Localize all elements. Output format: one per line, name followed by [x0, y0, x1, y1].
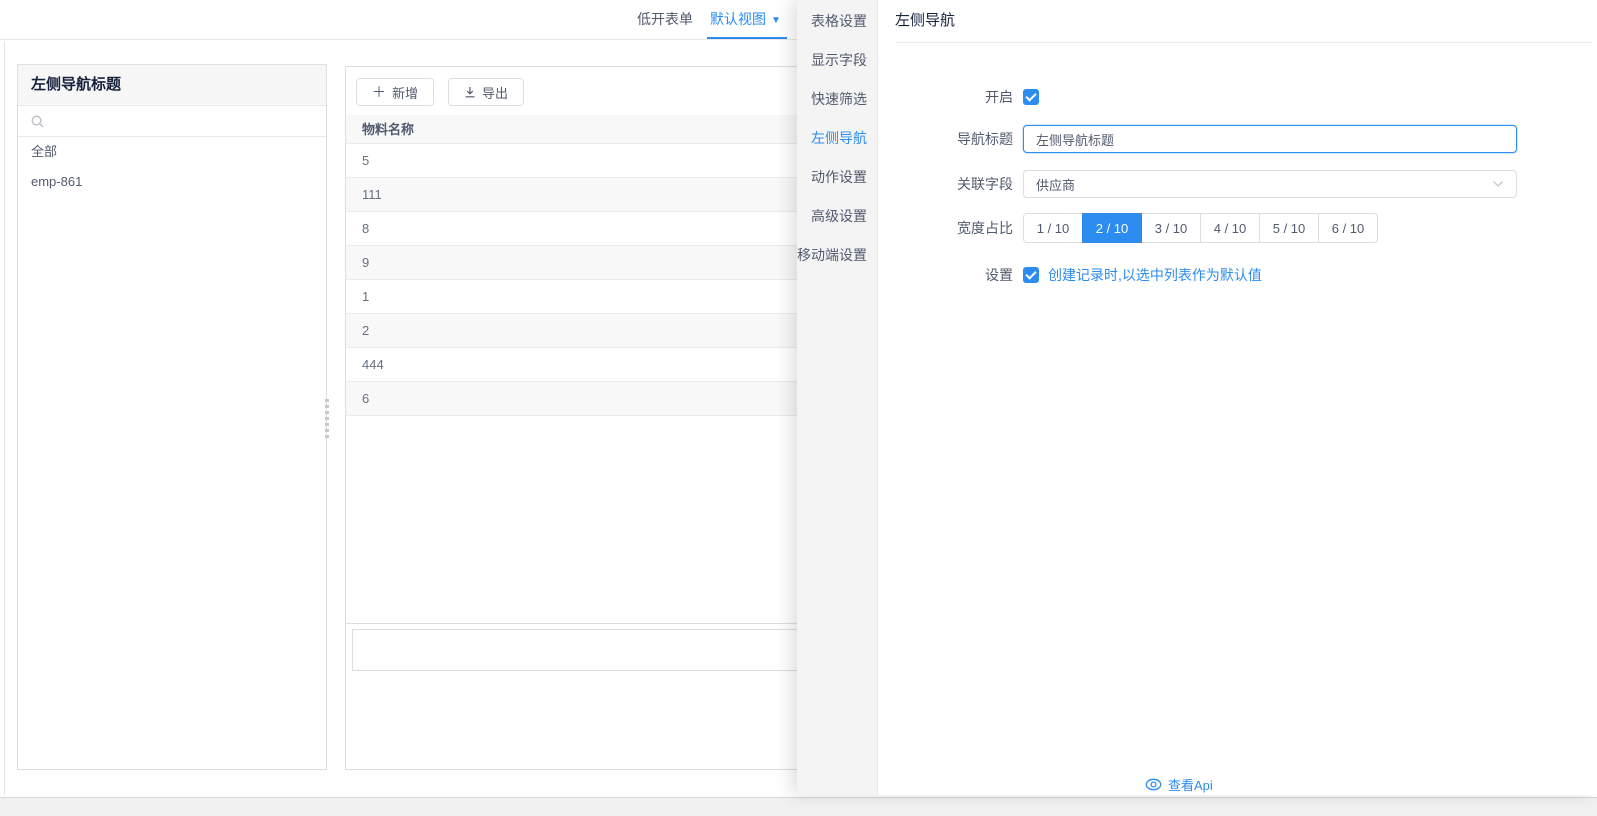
menu-item-left-nav[interactable]: 左侧导航 [797, 119, 877, 158]
related-field-label: 关联字段 [957, 176, 1013, 192]
width-option-5-10[interactable]: 5 / 10 [1259, 213, 1319, 243]
drawer-panel: 左侧导航 开启 导航标题 关联字段 供应商 [878, 0, 1597, 795]
tab-low-open-form[interactable]: 低开表单 [637, 0, 693, 39]
add-button-label: 新增 [392, 85, 419, 101]
width-option-6-10[interactable]: 6 / 10 [1318, 213, 1378, 243]
enable-row: 开启 [878, 85, 1039, 109]
eye-icon [1145, 778, 1162, 791]
content-left-border [4, 41, 5, 795]
bottom-strip [0, 797, 1597, 816]
settings-row: 设置 创建记录时,以选中列表作为默认值 [878, 266, 1262, 284]
settings-label: 设置 [985, 267, 1013, 283]
nav-item-emp-861[interactable]: emp-861 [18, 167, 326, 197]
width-ratio-row: 宽度占比 1 / 10 2 / 10 3 / 10 4 / 10 5 / 10 … [878, 213, 1378, 243]
plus-icon: ＋ [372, 84, 386, 100]
menu-item-table-settings[interactable]: 表格设置 [797, 2, 877, 41]
nav-item-all[interactable]: 全部 [18, 137, 326, 167]
tab-default-view[interactable]: 默认视图 ▼ [710, 0, 781, 39]
settings-option-label[interactable]: 创建记录时,以选中列表作为默认值 [1048, 265, 1262, 285]
menu-item-quick-filter[interactable]: 快速筛选 [797, 80, 877, 119]
width-option-1-10[interactable]: 1 / 10 [1023, 213, 1083, 243]
enable-checkbox[interactable] [1023, 89, 1039, 105]
view-api-link[interactable]: 查看Api [1145, 775, 1213, 794]
panel-resize-handle[interactable] [325, 399, 330, 439]
add-button[interactable]: ＋ 新增 [356, 78, 435, 106]
left-nav-search-row [18, 106, 326, 137]
related-field-value: 供应商 [1036, 177, 1076, 193]
export-button-label: 导出 [482, 85, 509, 101]
tab-default-view-label: 默认视图 [710, 11, 766, 27]
export-button[interactable]: 导出 [448, 78, 525, 106]
width-ratio-group: 1 / 10 2 / 10 3 / 10 4 / 10 5 / 10 6 / 1… [1023, 213, 1378, 243]
width-ratio-label: 宽度占比 [957, 220, 1013, 236]
drawer-header-divider [896, 42, 1593, 43]
search-input[interactable] [52, 109, 326, 133]
related-field-select[interactable]: 供应商 [1023, 170, 1517, 198]
table-toolbar: ＋ 新增 导出 [356, 78, 538, 106]
left-nav-panel: 左侧导航标题 全部 emp-861 [17, 64, 327, 770]
active-tab-underline [707, 37, 787, 39]
settings-drawer: 表格设置 显示字段 快速筛选 左侧导航 动作设置 高级设置 移动端设置 左侧导航… [797, 0, 1597, 795]
menu-item-display-fields[interactable]: 显示字段 [797, 41, 877, 80]
search-icon [31, 115, 44, 127]
width-option-4-10[interactable]: 4 / 10 [1200, 213, 1260, 243]
chevron-down-icon [1493, 181, 1503, 187]
width-option-3-10[interactable]: 3 / 10 [1141, 213, 1201, 243]
related-field-row: 关联字段 供应商 [878, 170, 1517, 198]
view-api-label: 查看Api [1168, 778, 1213, 793]
nav-title-label: 导航标题 [957, 131, 1013, 147]
menu-item-action-settings[interactable]: 动作设置 [797, 158, 877, 197]
menu-item-advanced-settings[interactable]: 高级设置 [797, 197, 877, 236]
nav-title-row: 导航标题 [878, 125, 1517, 153]
caret-down-icon: ▼ [771, 15, 781, 26]
drawer-panel-title: 左侧导航 [895, 12, 956, 29]
width-option-2-10[interactable]: 2 / 10 [1082, 213, 1142, 243]
download-icon [465, 87, 475, 98]
drawer-menu: 表格设置 显示字段 快速筛选 左侧导航 动作设置 高级设置 移动端设置 [797, 0, 878, 795]
settings-checkbox[interactable] [1023, 267, 1039, 283]
nav-title-input[interactable] [1023, 125, 1517, 153]
left-nav-title: 左侧导航标题 [18, 65, 326, 106]
menu-item-mobile-settings[interactable]: 移动端设置 [797, 236, 877, 275]
enable-label: 开启 [985, 89, 1013, 105]
